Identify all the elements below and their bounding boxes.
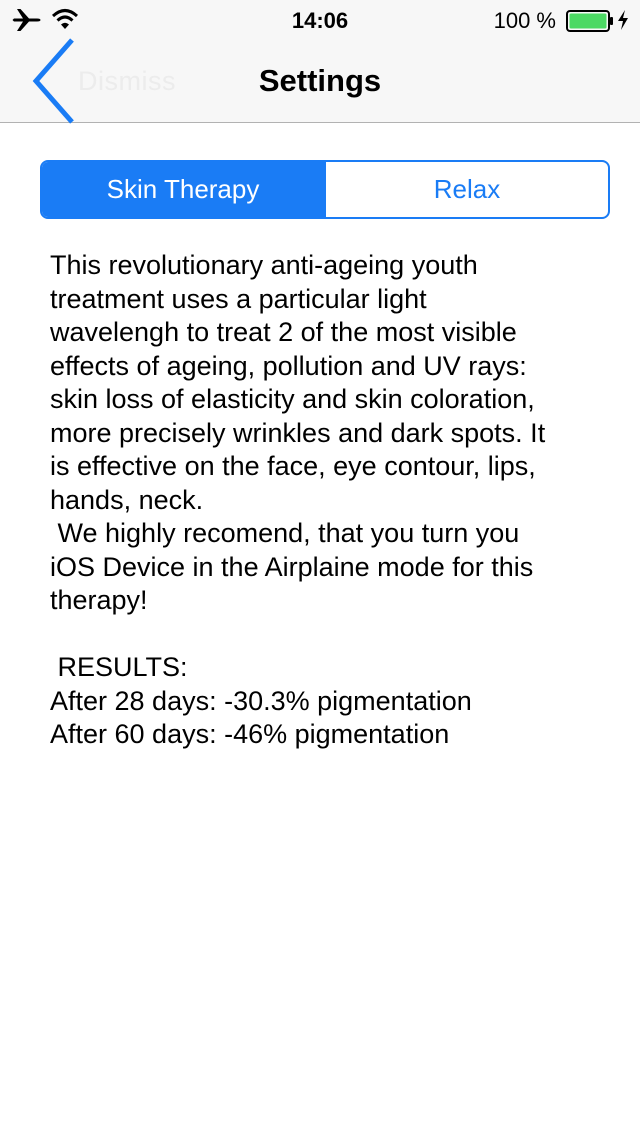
page-title: Settings xyxy=(258,63,382,98)
battery-icon xyxy=(566,10,613,32)
segment-relax[interactable]: Relax xyxy=(324,162,608,217)
navigation-bar: Dismiss Settings xyxy=(0,38,640,124)
status-bar: 14:06 100 % xyxy=(0,0,640,40)
segment-skin-therapy[interactable]: Skin Therapy xyxy=(42,162,324,217)
battery-percentage: 100 % xyxy=(493,8,556,33)
segmented-control: Skin Therapy Relax xyxy=(40,160,610,219)
charging-icon xyxy=(618,10,628,30)
therapy-description: This revolutionary anti-ageing youth tre… xyxy=(50,250,546,749)
